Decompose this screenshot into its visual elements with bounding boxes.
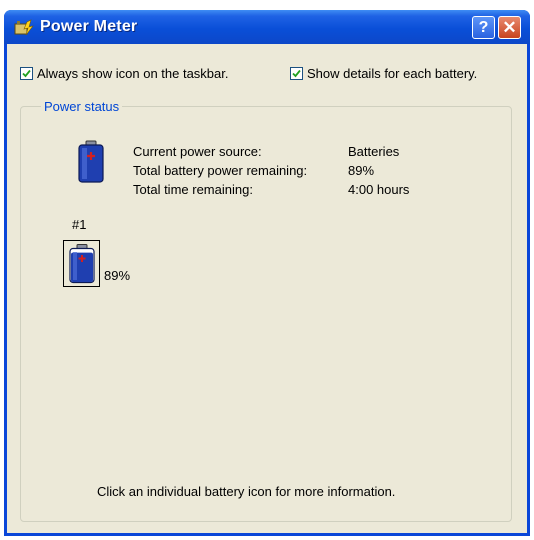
power-meter-icon	[14, 18, 34, 36]
footer-hint: Click an individual battery icon for mor…	[97, 484, 396, 499]
always-show-icon-checkbox[interactable]: Always show icon on the taskbar.	[20, 66, 229, 81]
power-remaining-label: Total battery power remaining:	[133, 163, 308, 178]
help-button[interactable]: ?	[472, 16, 495, 39]
power-source-label: Current power source:	[133, 144, 262, 159]
power-source-value: Batteries	[348, 144, 400, 159]
window-title: Power Meter	[40, 18, 138, 35]
checkmark-icon	[22, 69, 31, 78]
power-remaining-value: 89%	[348, 163, 375, 178]
title-bar[interactable]: Power Meter ? ✕	[4, 10, 530, 44]
battery-number: #1	[72, 217, 87, 232]
help-icon: ?	[478, 19, 489, 36]
power-status-label: Power status	[41, 99, 123, 114]
close-button[interactable]: ✕	[498, 16, 521, 39]
time-remaining-value: 4:00 hours	[348, 182, 410, 197]
battery-1-percent: 89%	[104, 268, 131, 283]
checkbox-box[interactable]	[20, 67, 33, 80]
battery-icon	[76, 140, 106, 187]
checkbox-box[interactable]	[290, 67, 303, 80]
dialog-body: Always show icon on the taskbar. Show de…	[7, 44, 527, 533]
checkbox-label[interactable]: Show details for each battery.	[307, 66, 477, 81]
show-details-checkbox[interactable]: Show details for each battery.	[290, 66, 477, 81]
checkbox-label[interactable]: Always show icon on the taskbar.	[37, 66, 229, 81]
battery-icon	[69, 244, 95, 284]
time-remaining-label: Total time remaining:	[133, 182, 253, 197]
close-icon: ✕	[502, 18, 517, 37]
power-meter-window: Power Meter ? ✕ Always show icon on the …	[4, 10, 530, 536]
battery-1-button[interactable]	[63, 240, 100, 287]
checkmark-icon	[292, 69, 301, 78]
